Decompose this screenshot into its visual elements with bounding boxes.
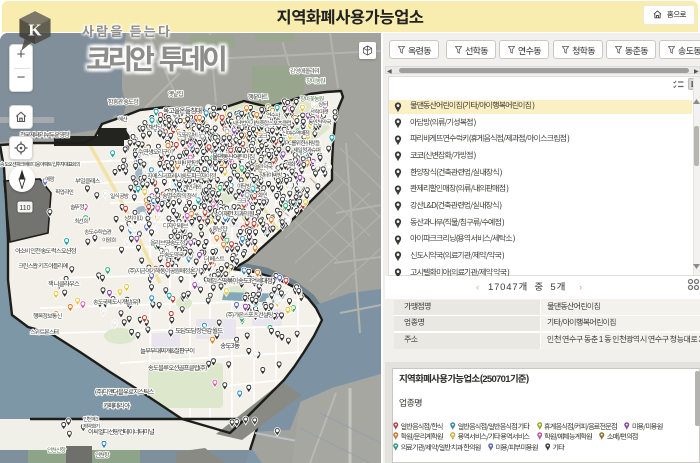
svg-text:5.5닭갈비: 5.5닭갈비 <box>177 130 198 139</box>
svg-text:(주)디앤더블유로지스틱스: (주)디앤더블유로지스틱스 <box>95 387 155 396</box>
svg-text:K: K <box>28 20 42 39</box>
svg-text:송도3동: 송도3동 <box>220 340 241 350</box>
svg-text:이씨엘디선팡컨테이너터미널: 이씨엘디선팡컨테이너터미널 <box>88 427 155 436</box>
svg-text:장터아씨방: 장터아씨방 <box>259 170 283 179</box>
svg-text:110: 110 <box>19 205 30 212</box>
svg-text:아소비 인천 송도 럭스오션점: 아소비 인천 송도 럭스오션점 <box>15 246 77 255</box>
svg-text:선학마켓: 선학마켓 <box>310 107 330 116</box>
svg-text:지에스더프레시송도파크자이점: 지에스더프레시송도파크자이점 <box>147 171 217 180</box>
svg-text:(주)지금여기해동이공원매점 본가: (주)지금여기해동이공원매점 본가 <box>128 266 201 275</box>
svg-text:신여수역매점: 신여수역매점 <box>282 128 310 137</box>
svg-text:최선희: 최선희 <box>74 216 88 225</box>
svg-text:크크: 크크 <box>237 196 247 205</box>
svg-text:인천항: 인천항 <box>95 450 110 459</box>
svg-text:채선당: 채선당 <box>148 122 163 131</box>
svg-text:픽업라인: 픽업라인 <box>55 187 74 196</box>
svg-text:흥남집: 흥남집 <box>212 224 227 233</box>
svg-text:수연생오리구이: 수연생오리구이 <box>138 147 173 156</box>
svg-text:행복정보통신: 행복정보통신 <box>33 311 62 320</box>
svg-text:올리브영송도점: 올리브영송도점 <box>150 238 185 247</box>
svg-text:PC를위한사람들: PC를위한사람들 <box>285 138 320 147</box>
svg-text:옛날집: 옛날집 <box>168 89 183 98</box>
svg-text:동인천약국: 동인천약국 <box>308 117 332 126</box>
svg-text:(주)가온스포츠컨설팅: (주)가온스포츠컨설팅 <box>226 310 274 319</box>
svg-text:코크: 코크 <box>258 131 268 140</box>
svg-text:이원희: 이원희 <box>102 235 116 244</box>
svg-text:사단법인가천종합스포츠클럽: 사단법인가천종합스포츠클럽 <box>231 118 291 127</box>
svg-text:이재헌치과의원: 이재헌치과의원 <box>218 209 254 218</box>
svg-text:일식공방: 일식공방 <box>110 191 130 200</box>
svg-text:도담도담장난감월드: 도담도담장난감월드 <box>175 325 223 335</box>
svg-text:혜산: 혜산 <box>118 114 129 123</box>
svg-text:개인과외: 개인과외 <box>183 182 202 191</box>
svg-text:카페테리아: 카페테리아 <box>103 400 130 410</box>
svg-text:늘부부대찌개&철판구이: 늘부부대찌개&철판구이 <box>140 346 195 355</box>
svg-text:솔뚜껑: 솔뚜껑 <box>70 202 84 211</box>
svg-text:디자인레브: 디자인레브 <box>163 221 189 230</box>
svg-text:송도블루오션골프클럽(주): 송도블루오션골프클럽(주) <box>148 363 207 372</box>
svg-text:바비런던: 바비런던 <box>178 158 199 167</box>
svg-text:송도국제도시개발(유): 송도국제도시개발(유) <box>93 297 139 306</box>
svg-text:아담방: 아담방 <box>237 181 252 190</box>
svg-text:에랑: 에랑 <box>45 174 56 183</box>
svg-text:예화: 예화 <box>286 159 297 168</box>
svg-text:장미농원: 장미농원 <box>306 76 325 85</box>
svg-text:상치이(1): 상치이(1) <box>124 213 143 222</box>
svg-text:제임스떡볶이송도3언세대점: 제임스떡볶이송도3언세대점 <box>206 275 273 285</box>
svg-text:물댄동산어린이집: 물댄동산어린이집 <box>212 151 254 161</box>
svg-text:옥고을온들침대: 옥고을온들침대 <box>163 105 202 115</box>
svg-text:인천신항: 인천신항 <box>47 445 67 454</box>
svg-text:장미꽃농원: 장미꽃농원 <box>300 94 324 103</box>
svg-text:송도오션파크베르디움아파트 입주자대표회의: 송도오션파크베르디움아파트 입주자대표회의 <box>0 161 81 168</box>
svg-text:부일클래스: 부일클래스 <box>75 176 101 185</box>
svg-text:송별수학의정석: 송별수학의정석 <box>162 191 196 200</box>
svg-text:뉴송도약국: 뉴송도약국 <box>159 250 185 259</box>
svg-text:김영애 볼라워: 김영애 볼라워 <box>290 66 319 75</box>
svg-text:행운마트: 행운마트 <box>248 92 269 101</box>
svg-text:크린스왑 키즈아틀리에: 크린스왑 키즈아틀리에 <box>18 261 68 270</box>
svg-text:화인: 화인 <box>258 190 268 199</box>
svg-text:잭 니클라우스: 잭 니클라우스 <box>48 279 80 288</box>
svg-text:더 베스트: 더 베스트 <box>204 254 225 263</box>
svg-text:스위트몬스터: 스위트몬스터 <box>30 327 59 336</box>
svg-text:함흥관 송도점: 함흥관 송도점 <box>108 97 139 106</box>
